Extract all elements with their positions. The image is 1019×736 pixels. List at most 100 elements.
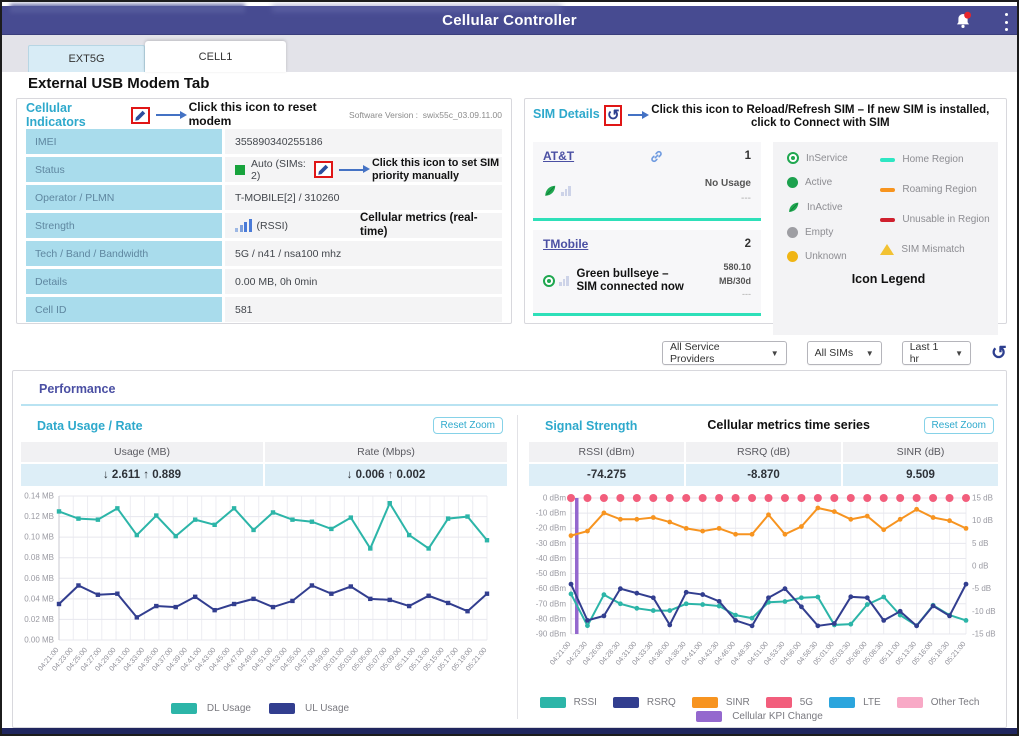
kebab-menu-icon[interactable] [1003, 13, 1009, 31]
pencil-icon [317, 163, 330, 176]
svg-text:0.00 MB: 0.00 MB [24, 636, 54, 645]
svg-text:-20 dBm: -20 dBm [536, 524, 567, 533]
row-value-tech: 5G / n41 / nsa100 mhz [225, 241, 502, 266]
unusable-region-dash-icon [880, 218, 895, 222]
leaf-icon [543, 184, 557, 198]
row-label-imei: IMEI [26, 129, 222, 154]
sims-select[interactable]: All SIMs▼ [807, 341, 882, 365]
unknown-circle-icon [787, 251, 798, 262]
svg-text:-15 dB: -15 dB [972, 630, 996, 639]
rsrq-column-header: RSRQ (dB) [686, 442, 841, 462]
footer-bar [2, 728, 1017, 734]
kpi-change-legend: Cellular KPI Change [521, 711, 1006, 722]
time-range-select[interactable]: Last 1 hr▼ [902, 341, 971, 365]
bullseye-icon [787, 152, 799, 164]
svg-text:-40 dBm: -40 dBm [536, 554, 567, 563]
indicators-table: IMEI 355890340255186 Status Auto (SIMs: … [26, 129, 502, 322]
bullseye-inservice-icon [543, 275, 555, 287]
tab-cell1[interactable]: CELL1 [145, 41, 286, 72]
page-title: Cellular Controller [442, 12, 577, 29]
signal-chart[interactable]: 04:21:0004:23:3004:26:0004:28:3004:31:00… [521, 490, 1006, 695]
sim-details-title: SIM Details [533, 107, 600, 121]
active-circle-icon [787, 177, 798, 188]
sim-priority-pencil-icon[interactable] [314, 161, 333, 178]
row-label-details: Details [26, 269, 222, 294]
sim-priority-annotation: Click this icon to set SIM priority manu… [372, 157, 502, 182]
sim-tmobile-usage: 580.10 MB/30d --- [691, 261, 751, 302]
roaming-region-dash-icon [880, 188, 895, 192]
performance-card: Performance Data Usage / Rate Reset Zoom… [12, 370, 1007, 728]
sim-tmobile-slot: 2 [745, 238, 751, 250]
notifications-bell-icon[interactable] [953, 11, 973, 31]
redacted-browser-text [10, 4, 245, 13]
software-version: Software Version : swix55c_03.09.11.00 [349, 110, 502, 120]
legend-empty: Empty [787, 227, 880, 238]
reset-zoom-button-signal[interactable]: Reset Zoom [924, 417, 994, 434]
reset-modem-pencil-icon[interactable] [131, 107, 150, 124]
reload-sim-icon[interactable]: ↻ [604, 105, 623, 126]
svg-text:0 dB: 0 dB [972, 562, 988, 571]
rate-column-header: Rate (Mbps) [265, 442, 507, 462]
chevron-down-icon: ▼ [955, 349, 963, 358]
svg-text:5 dB: 5 dB [972, 539, 988, 548]
link-icon [650, 150, 663, 163]
sim-att-slot: 1 [745, 150, 751, 162]
pencil-icon [134, 109, 147, 122]
signal-bars-icon [235, 219, 252, 232]
vertical-divider [517, 415, 518, 719]
sim-card-att: AT&T 1 [533, 142, 761, 221]
sim-details-header: SIM Details ↻ Click this icon to Reload/… [533, 104, 998, 140]
annotation-arrow [156, 114, 180, 116]
dl-usage-swatch [171, 703, 197, 714]
legend-sim-mismatch: SIM Mismatch [880, 244, 990, 255]
cellular-indicators-card: Cellular Indicators Click this icon to r… [16, 98, 512, 324]
usage-stats-table: Usage (MB) ↓ 2.611 ↑ 0.889 Rate (Mbps) ↓… [21, 442, 507, 486]
data-usage-chart[interactable]: 04:21:0004:23:0004:25:0004:27:0004:29:00… [13, 490, 515, 701]
chevron-down-icon: ▼ [771, 349, 779, 358]
service-provider-select[interactable]: All Service Providers▼ [662, 341, 787, 365]
sim-details-body: AT&T 1 [533, 142, 998, 335]
time-series-annotation: Cellular metrics time series [707, 418, 870, 432]
performance-title: Performance [39, 382, 115, 396]
svg-text:0.14 MB: 0.14 MB [24, 492, 54, 501]
rsrq-value: -8.870 [686, 464, 841, 486]
other-tech-swatch [897, 697, 923, 708]
sinr-value: 9.509 [843, 464, 998, 486]
svg-text:0.02 MB: 0.02 MB [24, 615, 54, 624]
lte-swatch [829, 697, 855, 708]
svg-text:0 dBm: 0 dBm [543, 494, 566, 503]
signal-strength-section: Signal Strength Cellular metrics time se… [521, 411, 1006, 723]
reset-zoom-button-usage[interactable]: Reset Zoom [433, 417, 503, 434]
refresh-charts-icon[interactable]: ↻ [991, 344, 1007, 363]
row-label-strength: Strength [26, 213, 222, 238]
sim-tmobile-link[interactable]: TMobile [543, 237, 588, 251]
svg-text:0.10 MB: 0.10 MB [24, 533, 54, 542]
fiveg-swatch [766, 697, 792, 708]
performance-divider [21, 404, 998, 406]
svg-text:0.12 MB: 0.12 MB [24, 512, 54, 521]
svg-text:15 dB: 15 dB [972, 494, 993, 503]
leaf-icon [787, 201, 800, 214]
svg-text:-90 dBm: -90 dBm [536, 630, 567, 639]
sinr-column-header: SINR (dB) [843, 442, 998, 462]
legend-active: Active [787, 177, 880, 188]
row-value-strength: (RSSI) Cellular metrics (real-time) [225, 213, 502, 238]
sinr-swatch [692, 697, 718, 708]
bullseye-annotation: Green bullseye – SIM connected now [577, 268, 691, 294]
rssi-value: -74.275 [529, 464, 684, 486]
home-region-dash-icon [880, 158, 895, 162]
cellular-controller-screen: Cellular Controller EXT5G CELL1 External… [0, 0, 1019, 736]
signal-stats-table: RSSI (dBm) -74.275 RSRQ (dB) -8.870 SINR… [529, 442, 998, 486]
usage-value: ↓ 2.611 ↑ 0.889 [21, 464, 263, 486]
row-value-details: 0.00 MB, 0h 0min [225, 269, 502, 294]
svg-text:-10 dB: -10 dB [972, 607, 996, 616]
sim-att-link[interactable]: AT&T [543, 149, 574, 163]
row-label-operator: Operator / PLMN [26, 185, 222, 210]
row-value-imei: 355890340255186 [225, 129, 502, 154]
svg-text:-70 dBm: -70 dBm [536, 599, 567, 608]
svg-text:0.04 MB: 0.04 MB [24, 594, 54, 603]
redacted-browser-text-2 [272, 5, 562, 12]
page-heading: External USB Modem Tab [28, 75, 209, 92]
svg-text:-5 dB: -5 dB [972, 584, 991, 593]
tab-ext5g[interactable]: EXT5G [28, 45, 145, 72]
